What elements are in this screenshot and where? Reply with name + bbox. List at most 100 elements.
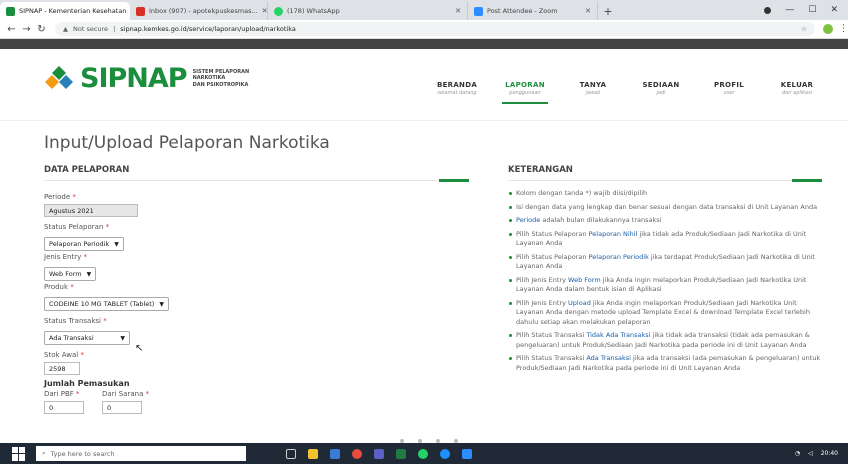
taskbar-apps	[286, 448, 472, 459]
site-header: SIPNAP SISTEM PELAPORAN NARKOTIKA DAN PS…	[0, 49, 848, 121]
search-icon: ⌕	[42, 449, 46, 457]
star-icon[interactable]: ☆	[801, 25, 807, 33]
logo-subtitle: SISTEM PELAPORAN NARKOTIKA DAN PSIKOTROP…	[193, 69, 253, 89]
list-item: Pilih Status Pelaporan Pelaporan Nihil j…	[508, 230, 822, 249]
stok-awal-label: Stok Awal *	[44, 351, 84, 359]
jumlah-pemasukan-heading: Jumlah Pemasukan	[44, 379, 130, 388]
jenis-entry-label: Jenis Entry *	[44, 253, 87, 261]
select-value: Ada Transaksi	[49, 334, 94, 342]
browser-tab-bar: SIPNAP - Kementerian Kesehatan ✕ Inbox (…	[0, 0, 848, 20]
file-explorer-icon[interactable]	[308, 448, 318, 459]
site-top-strip	[0, 39, 848, 49]
nav-subtitle: user	[723, 90, 735, 96]
url-omnibox[interactable]: ▲ Not secure | sipnap.kemkes.go.id/servi…	[55, 22, 815, 36]
nav-subtitle: selamat datang	[437, 90, 477, 96]
task-view-icon[interactable]	[286, 448, 296, 459]
whatsapp-taskbar-icon[interactable]	[418, 448, 428, 459]
tab-title: (178) WhatsApp	[287, 7, 340, 15]
select-value: CODEINE 10 MG TABLET (Tablet)	[49, 300, 155, 308]
section-title: DATA PELAPORAN	[44, 165, 130, 175]
clock[interactable]: 20:40	[821, 450, 838, 457]
list-item: Kolom dengan tanda *) wajib diisi/dipili…	[508, 189, 822, 199]
chevron-down-icon: ▼	[159, 300, 164, 308]
warning-icon[interactable]: ▲	[63, 25, 68, 33]
nav-subtitle: jawab	[585, 90, 601, 96]
chevron-down-icon: ▼	[114, 240, 119, 248]
chrome-icon[interactable]	[352, 448, 362, 459]
keterangan-section: KETERANGAN Kolom dengan tanda *) wajib d…	[508, 165, 822, 373]
nav-beranda[interactable]: BERANDA selamat datang	[434, 81, 480, 104]
close-icon[interactable]: ✕	[455, 7, 461, 15]
forward-icon[interactable]: →	[19, 24, 34, 35]
status-transaksi-label: Status Transaksi *	[44, 317, 107, 325]
sipnap-logo[interactable]: SIPNAP SISTEM PELAPORAN NARKOTIKA DAN PS…	[44, 63, 253, 94]
clock-time: 20:40	[820, 450, 838, 457]
taskbar-search[interactable]: ⌕ Type here to search	[36, 446, 246, 461]
list-item: Pilih Status Transaksi Ada Transaksi jik…	[508, 354, 822, 373]
whatsapp-icon	[274, 6, 283, 16]
mouse-cursor-icon: ↖	[135, 343, 144, 354]
close-window-icon[interactable]: ✕	[830, 5, 838, 15]
list-item: Pilih Jenis Entry Upload jika Anda ingin…	[508, 299, 822, 328]
dari-pbf-input[interactable]: 0	[44, 401, 84, 414]
separator: |	[113, 25, 116, 33]
tab-sipnap[interactable]: SIPNAP - Kementerian Kesehatan ✕	[0, 2, 130, 20]
status-transaksi-select[interactable]: Ada Transaksi ▼	[44, 331, 130, 345]
edge-icon[interactable]	[440, 448, 450, 459]
window-controls: — ☐ ✕	[764, 0, 848, 20]
section-divider	[508, 179, 822, 182]
maximize-icon[interactable]: ☐	[808, 5, 816, 15]
close-icon[interactable]: ✕	[585, 7, 591, 15]
periode-label: Periode *	[44, 193, 76, 201]
pemasukan-row: Dari PBF * 0 Dari Sarana * 0	[44, 388, 469, 414]
reload-icon[interactable]: ↻	[34, 24, 49, 35]
sipnap-favicon-icon	[6, 6, 15, 16]
data-pelaporan-section: DATA PELAPORAN Periode * Agustus 2021 St…	[44, 165, 469, 414]
store-icon[interactable]	[330, 448, 340, 459]
jenis-entry-select[interactable]: Web Form ▼	[44, 267, 97, 281]
nav-profil[interactable]: PROFIL user	[706, 81, 752, 104]
list-item: Pilih Jenis Entry Web Form jika Anda ing…	[508, 276, 822, 295]
windows-taskbar: ⌕ Type here to search ◔ ◁ 20:40	[0, 443, 848, 464]
logo-wordmark: SIPNAP	[80, 63, 188, 94]
tab-whatsapp[interactable]: (178) WhatsApp ✕	[268, 2, 468, 20]
zoom-taskbar-icon[interactable]	[462, 448, 472, 459]
page-content: Input/Upload Pelaporan Narkotika DATA PE…	[0, 121, 848, 443]
dari-sarana-input[interactable]: 0	[102, 401, 142, 414]
search-placeholder: Type here to search	[50, 449, 115, 458]
close-icon[interactable]: ✕	[262, 7, 267, 15]
back-icon[interactable]: ←	[4, 24, 19, 35]
url-text: sipnap.kemkes.go.id/service/laporan/uplo…	[120, 25, 296, 33]
periode-input[interactable]: Agustus 2021	[44, 204, 138, 217]
produk-select[interactable]: CODEINE 10 MG TABLET (Tablet) ▼	[44, 297, 169, 311]
teams-icon[interactable]	[374, 448, 384, 459]
nav-title: PROFIL	[713, 81, 745, 89]
produk-label: Produk *	[44, 283, 74, 291]
nav-title: TANYA	[579, 81, 607, 89]
volume-icon[interactable]: ◁	[808, 450, 813, 457]
nav-tanya[interactable]: TANYA jawab	[570, 81, 616, 104]
nav-laporan[interactable]: LAPORAN penggunaan	[502, 81, 548, 104]
stok-awal-input[interactable]: 2598	[44, 362, 80, 375]
nav-keluar[interactable]: KELUAR dari aplikasi	[774, 81, 820, 104]
minimize-icon[interactable]: —	[785, 5, 794, 15]
sipnap-leaf-icon	[45, 65, 73, 89]
zoom-icon	[474, 6, 483, 16]
list-item: Pilih Status Pelaporan Pelaporan Periodi…	[508, 253, 822, 272]
chevron-down-icon: ▼	[86, 270, 92, 278]
new-tab-button[interactable]: +	[598, 2, 618, 20]
dari-sarana-label: Dari Sarana *	[102, 390, 150, 398]
excel-icon[interactable]	[396, 448, 406, 459]
network-icon[interactable]: ◔	[795, 450, 800, 457]
menu-icon[interactable]: ⋮	[839, 24, 848, 34]
windows-start-icon[interactable]	[12, 446, 26, 461]
nav-sediaan[interactable]: SEDIAAN jadi	[638, 81, 684, 104]
tab-gmail[interactable]: Inbox (907) - apotekpuskesmas... ✕	[130, 2, 268, 20]
tab-zoom[interactable]: Post Attendee - Zoom ✕	[468, 2, 598, 20]
extension-icon[interactable]	[823, 24, 833, 34]
status-pelaporan-select[interactable]: Pelaporan Periodik ▼	[44, 237, 124, 251]
security-label: Not secure	[73, 25, 109, 33]
profile-dot-icon[interactable]	[764, 6, 772, 14]
dari-pbf-label: Dari PBF *	[44, 390, 80, 398]
select-value: Pelaporan Periodik	[49, 240, 110, 248]
